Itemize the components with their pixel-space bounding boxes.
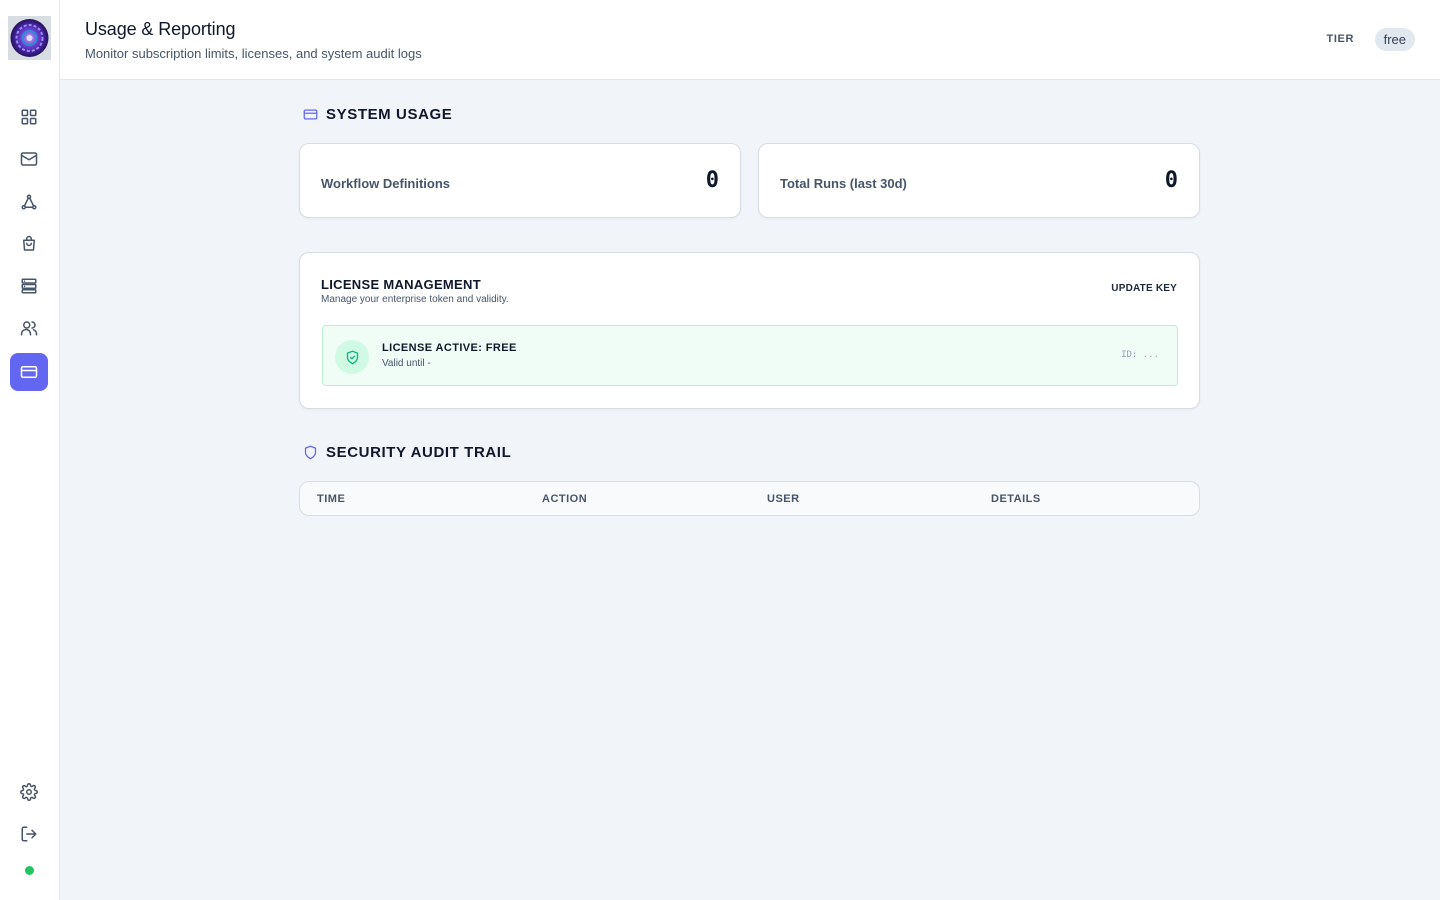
- sidebar-item-marketplace[interactable]: [10, 225, 48, 263]
- app-logo[interactable]: [8, 16, 51, 60]
- sidebar-item-logout[interactable]: [10, 815, 48, 853]
- stat-label: Workflow Definitions: [321, 176, 451, 191]
- page-header: Usage & Reporting Monitor subscription l…: [60, 0, 1440, 80]
- status-indicator: [25, 866, 34, 875]
- shield-icon: [304, 445, 317, 460]
- license-description: Manage your enterprise token and validit…: [321, 294, 509, 305]
- credit-card-icon: [303, 109, 318, 120]
- server-icon: [21, 278, 37, 294]
- logout-icon: [21, 826, 37, 842]
- license-card: LICENSE MANAGEMENT Manage your enterpris…: [299, 252, 1200, 409]
- sidebar: [0, 0, 60, 900]
- credit-card-icon: [20, 366, 38, 378]
- stat-card-workflow-definitions: Workflow Definitions 0: [299, 143, 741, 218]
- shopping-bag-icon: [23, 235, 35, 251]
- license-title: LICENSE MANAGEMENT: [321, 277, 481, 292]
- license-status-banner: LICENSE ACTIVE: FREE Valid until - ID: .…: [322, 325, 1178, 386]
- audit-table: TIME ACTION USER DETAILS: [299, 481, 1200, 516]
- license-id: ID: ...: [1121, 350, 1159, 360]
- system-usage-heading: SYSTEM USAGE: [303, 106, 452, 123]
- stat-value: 0: [705, 168, 719, 193]
- shield-check-icon: [335, 340, 369, 374]
- sidebar-item-dashboard[interactable]: [10, 98, 48, 136]
- sidebar-item-workflows[interactable]: [10, 183, 48, 221]
- license-valid-until: Valid until -: [382, 358, 431, 369]
- network-icon: [21, 194, 37, 210]
- sidebar-item-billing[interactable]: [10, 353, 48, 391]
- column-header-time[interactable]: TIME: [317, 493, 345, 505]
- stat-card-total-runs: Total Runs (last 30d) 0: [758, 143, 1200, 218]
- page-subtitle: Monitor subscription limits, licenses, a…: [85, 46, 422, 61]
- mail-icon: [20, 152, 38, 166]
- tier-badge: free: [1374, 28, 1415, 51]
- grid-icon: [21, 109, 37, 125]
- page-title: Usage & Reporting: [85, 19, 236, 39]
- update-key-button[interactable]: UPDATE KEY: [1111, 283, 1177, 294]
- license-status-title: LICENSE ACTIVE: FREE: [382, 342, 517, 354]
- sidebar-item-inbox[interactable]: [10, 140, 48, 178]
- column-header-action[interactable]: ACTION: [542, 493, 587, 505]
- sidebar-item-users[interactable]: [10, 309, 48, 347]
- stat-label: Total Runs (last 30d): [780, 176, 907, 191]
- tier-label: TIER: [1326, 33, 1354, 45]
- audit-trail-heading: SECURITY AUDIT TRAIL: [303, 444, 511, 461]
- stat-value: 0: [1164, 168, 1178, 193]
- system-usage-title: SYSTEM USAGE: [326, 106, 453, 123]
- column-header-details[interactable]: DETAILS: [991, 493, 1041, 505]
- sidebar-item-servers[interactable]: [10, 267, 48, 305]
- column-header-user[interactable]: USER: [767, 493, 800, 505]
- sidebar-item-settings[interactable]: [10, 773, 48, 811]
- audit-trail-title: SECURITY AUDIT TRAIL: [326, 444, 512, 461]
- gear-icon: [20, 783, 38, 801]
- users-icon: [20, 321, 38, 336]
